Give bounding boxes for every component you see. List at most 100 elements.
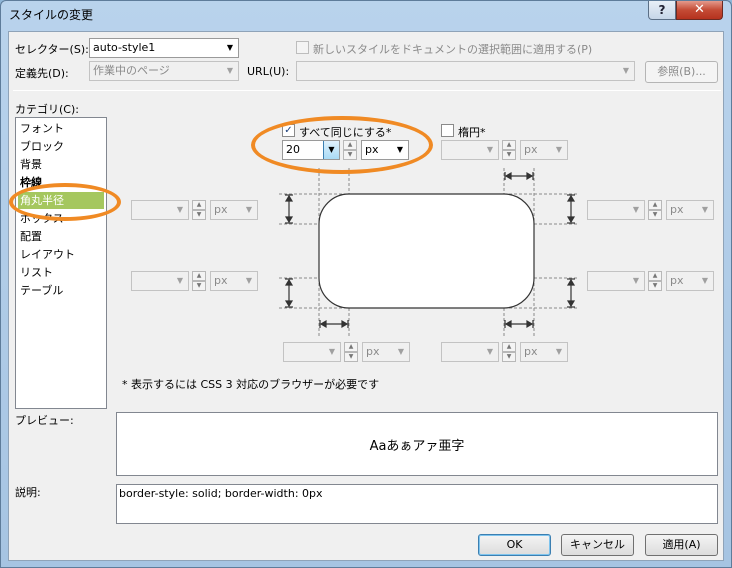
- description-text: border-style: solid; border-width: 0px: [119, 487, 323, 500]
- chevron-down-icon: ▼: [226, 43, 234, 52]
- top-right-h-unit[interactable]: px ▼: [666, 200, 714, 220]
- category-item-position[interactable]: 配置: [18, 228, 104, 245]
- ellipse-unit: px: [524, 143, 538, 156]
- apply-button[interactable]: 適用(A): [645, 534, 718, 556]
- spin-down-icon[interactable]: ▼: [502, 352, 516, 362]
- spin-down-icon[interactable]: ▼: [648, 281, 662, 291]
- selector-value: auto-style1: [93, 41, 156, 54]
- ellipse-unit-combo[interactable]: px ▼: [520, 140, 568, 160]
- preview-box: Aaあぁアァ亜字: [116, 412, 718, 476]
- bottom-right-v-spinner[interactable]: ▲ ▼: [502, 342, 516, 362]
- window-title: スタイルの変更: [9, 8, 94, 22]
- unit-text: px: [366, 345, 380, 358]
- chevron-down-icon: ▼: [245, 276, 253, 285]
- category-item-background[interactable]: 背景: [18, 156, 104, 173]
- spin-up-icon[interactable]: ▲: [192, 271, 206, 281]
- bottom-right-v-unit[interactable]: px ▼: [520, 342, 568, 362]
- category-list[interactable]: フォント ブロック 背景 枠線 角丸半径 ボックス 配置 レイアウト リスト テ…: [15, 117, 107, 409]
- url-combo[interactable]: ▼: [296, 61, 635, 81]
- definition-combo[interactable]: 作業中のページ ▼: [89, 61, 239, 81]
- highlight-ring-radius-controls: [251, 116, 433, 174]
- dialog-window: スタイルの変更 ? ✕ セレクター(S): auto-style1 ▼ 新しいス…: [0, 0, 732, 568]
- description-box[interactable]: border-style: solid; border-width: 0px: [116, 484, 718, 524]
- unit-text: px: [214, 274, 228, 287]
- css3-note: * 表示するには CSS 3 対応のブラウザーが必要です: [122, 378, 380, 391]
- category-item-font[interactable]: フォント: [18, 120, 104, 137]
- chevron-down-icon: ▼: [701, 276, 709, 285]
- spin-up-icon[interactable]: ▲: [344, 342, 358, 352]
- definition-value: 作業中のページ: [93, 64, 170, 77]
- chevron-down-icon: ▼: [486, 347, 494, 356]
- unit-text: px: [524, 345, 538, 358]
- unit-text: px: [214, 203, 228, 216]
- chevron-down-icon: ▼: [622, 66, 630, 75]
- separator: [13, 90, 721, 91]
- help-button[interactable]: ?: [648, 1, 676, 20]
- bottom-left-v-unit[interactable]: px ▼: [362, 342, 410, 362]
- chevron-down-icon: ▼: [701, 205, 709, 214]
- top-left-h-spinner[interactable]: ▲ ▼: [192, 200, 206, 220]
- spin-up-icon[interactable]: ▲: [502, 342, 516, 352]
- top-left-h-combo[interactable]: ▼: [131, 200, 189, 220]
- close-button[interactable]: ✕: [676, 1, 723, 20]
- ellipse-spinner[interactable]: ▲ ▼: [502, 140, 516, 160]
- spin-down-icon[interactable]: ▼: [502, 150, 516, 160]
- chevron-down-icon: ▼: [632, 276, 640, 285]
- category-label: カテゴリ(C):: [15, 103, 79, 116]
- url-label: URL(U):: [247, 65, 290, 78]
- description-label: 説明:: [15, 486, 41, 499]
- dialog-client: セレクター(S): auto-style1 ▼ 新しいスタイルをドキュメントの選…: [8, 31, 724, 561]
- cancel-button[interactable]: キャンセル: [561, 534, 634, 556]
- category-item-block[interactable]: ブロック: [18, 138, 104, 155]
- bottom-left-v-combo[interactable]: ▼: [283, 342, 341, 362]
- chevron-down-icon: ▼: [245, 205, 253, 214]
- spin-down-icon[interactable]: ▼: [344, 352, 358, 362]
- spin-down-icon[interactable]: ▼: [192, 210, 206, 220]
- spin-up-icon[interactable]: ▲: [648, 200, 662, 210]
- spin-up-icon[interactable]: ▲: [648, 271, 662, 281]
- spin-up-icon[interactable]: ▲: [502, 140, 516, 150]
- spin-down-icon[interactable]: ▼: [648, 210, 662, 220]
- selector-combo[interactable]: auto-style1 ▼: [89, 38, 239, 58]
- radius-diagram: [279, 168, 579, 336]
- preview-sample: Aaあぁアァ亜字: [369, 439, 465, 454]
- ok-button[interactable]: OK: [478, 534, 551, 556]
- bottom-right-v-combo[interactable]: ▼: [441, 342, 499, 362]
- chevron-down-icon: ▼: [328, 347, 336, 356]
- chevron-down-icon: ▼: [176, 276, 184, 285]
- bottom-right-h-combo[interactable]: ▼: [587, 271, 645, 291]
- category-item-table[interactable]: テーブル: [18, 282, 104, 299]
- preview-label: プレビュー:: [15, 414, 74, 427]
- chevron-down-icon: ▼: [632, 205, 640, 214]
- new-style-checkbox-label: 新しいスタイルをドキュメントの選択範囲に適用する(P): [313, 43, 593, 56]
- bottom-left-v-spinner[interactable]: ▲ ▼: [344, 342, 358, 362]
- browse-button[interactable]: 参照(B)...: [645, 61, 718, 83]
- top-right-h-combo[interactable]: ▼: [587, 200, 645, 220]
- spin-down-icon[interactable]: ▼: [192, 281, 206, 291]
- title-bar[interactable]: スタイルの変更 ? ✕: [1, 1, 731, 27]
- bottom-left-h-unit[interactable]: px ▼: [210, 271, 258, 291]
- chevron-down-icon: ▼: [486, 145, 494, 154]
- bottom-right-h-unit[interactable]: px ▼: [666, 271, 714, 291]
- chevron-down-icon: ▼: [226, 66, 234, 75]
- bottom-right-h-spinner[interactable]: ▲ ▼: [648, 271, 662, 291]
- unit-text: px: [670, 274, 684, 287]
- ellipse-label: 楕円*: [458, 126, 486, 139]
- category-item-list[interactable]: リスト: [18, 264, 104, 281]
- ellipse-checkbox[interactable]: [441, 124, 454, 137]
- ellipse-value-combo[interactable]: ▼: [441, 140, 499, 160]
- unit-text: px: [670, 203, 684, 216]
- bottom-left-h-spinner[interactable]: ▲ ▼: [192, 271, 206, 291]
- selector-label: セレクター(S):: [15, 43, 89, 56]
- chevron-down-icon: ▼: [555, 145, 563, 154]
- spin-up-icon[interactable]: ▲: [192, 200, 206, 210]
- definition-label: 定義先(D):: [15, 67, 69, 80]
- bottom-left-h-combo[interactable]: ▼: [131, 271, 189, 291]
- top-right-h-spinner[interactable]: ▲ ▼: [648, 200, 662, 220]
- chevron-down-icon: ▼: [555, 347, 563, 356]
- chevron-down-icon: ▼: [176, 205, 184, 214]
- highlight-ring-category: [9, 183, 121, 221]
- category-item-layout[interactable]: レイアウト: [18, 246, 104, 263]
- top-left-h-unit[interactable]: px ▼: [210, 200, 258, 220]
- new-style-checkbox[interactable]: [296, 41, 309, 54]
